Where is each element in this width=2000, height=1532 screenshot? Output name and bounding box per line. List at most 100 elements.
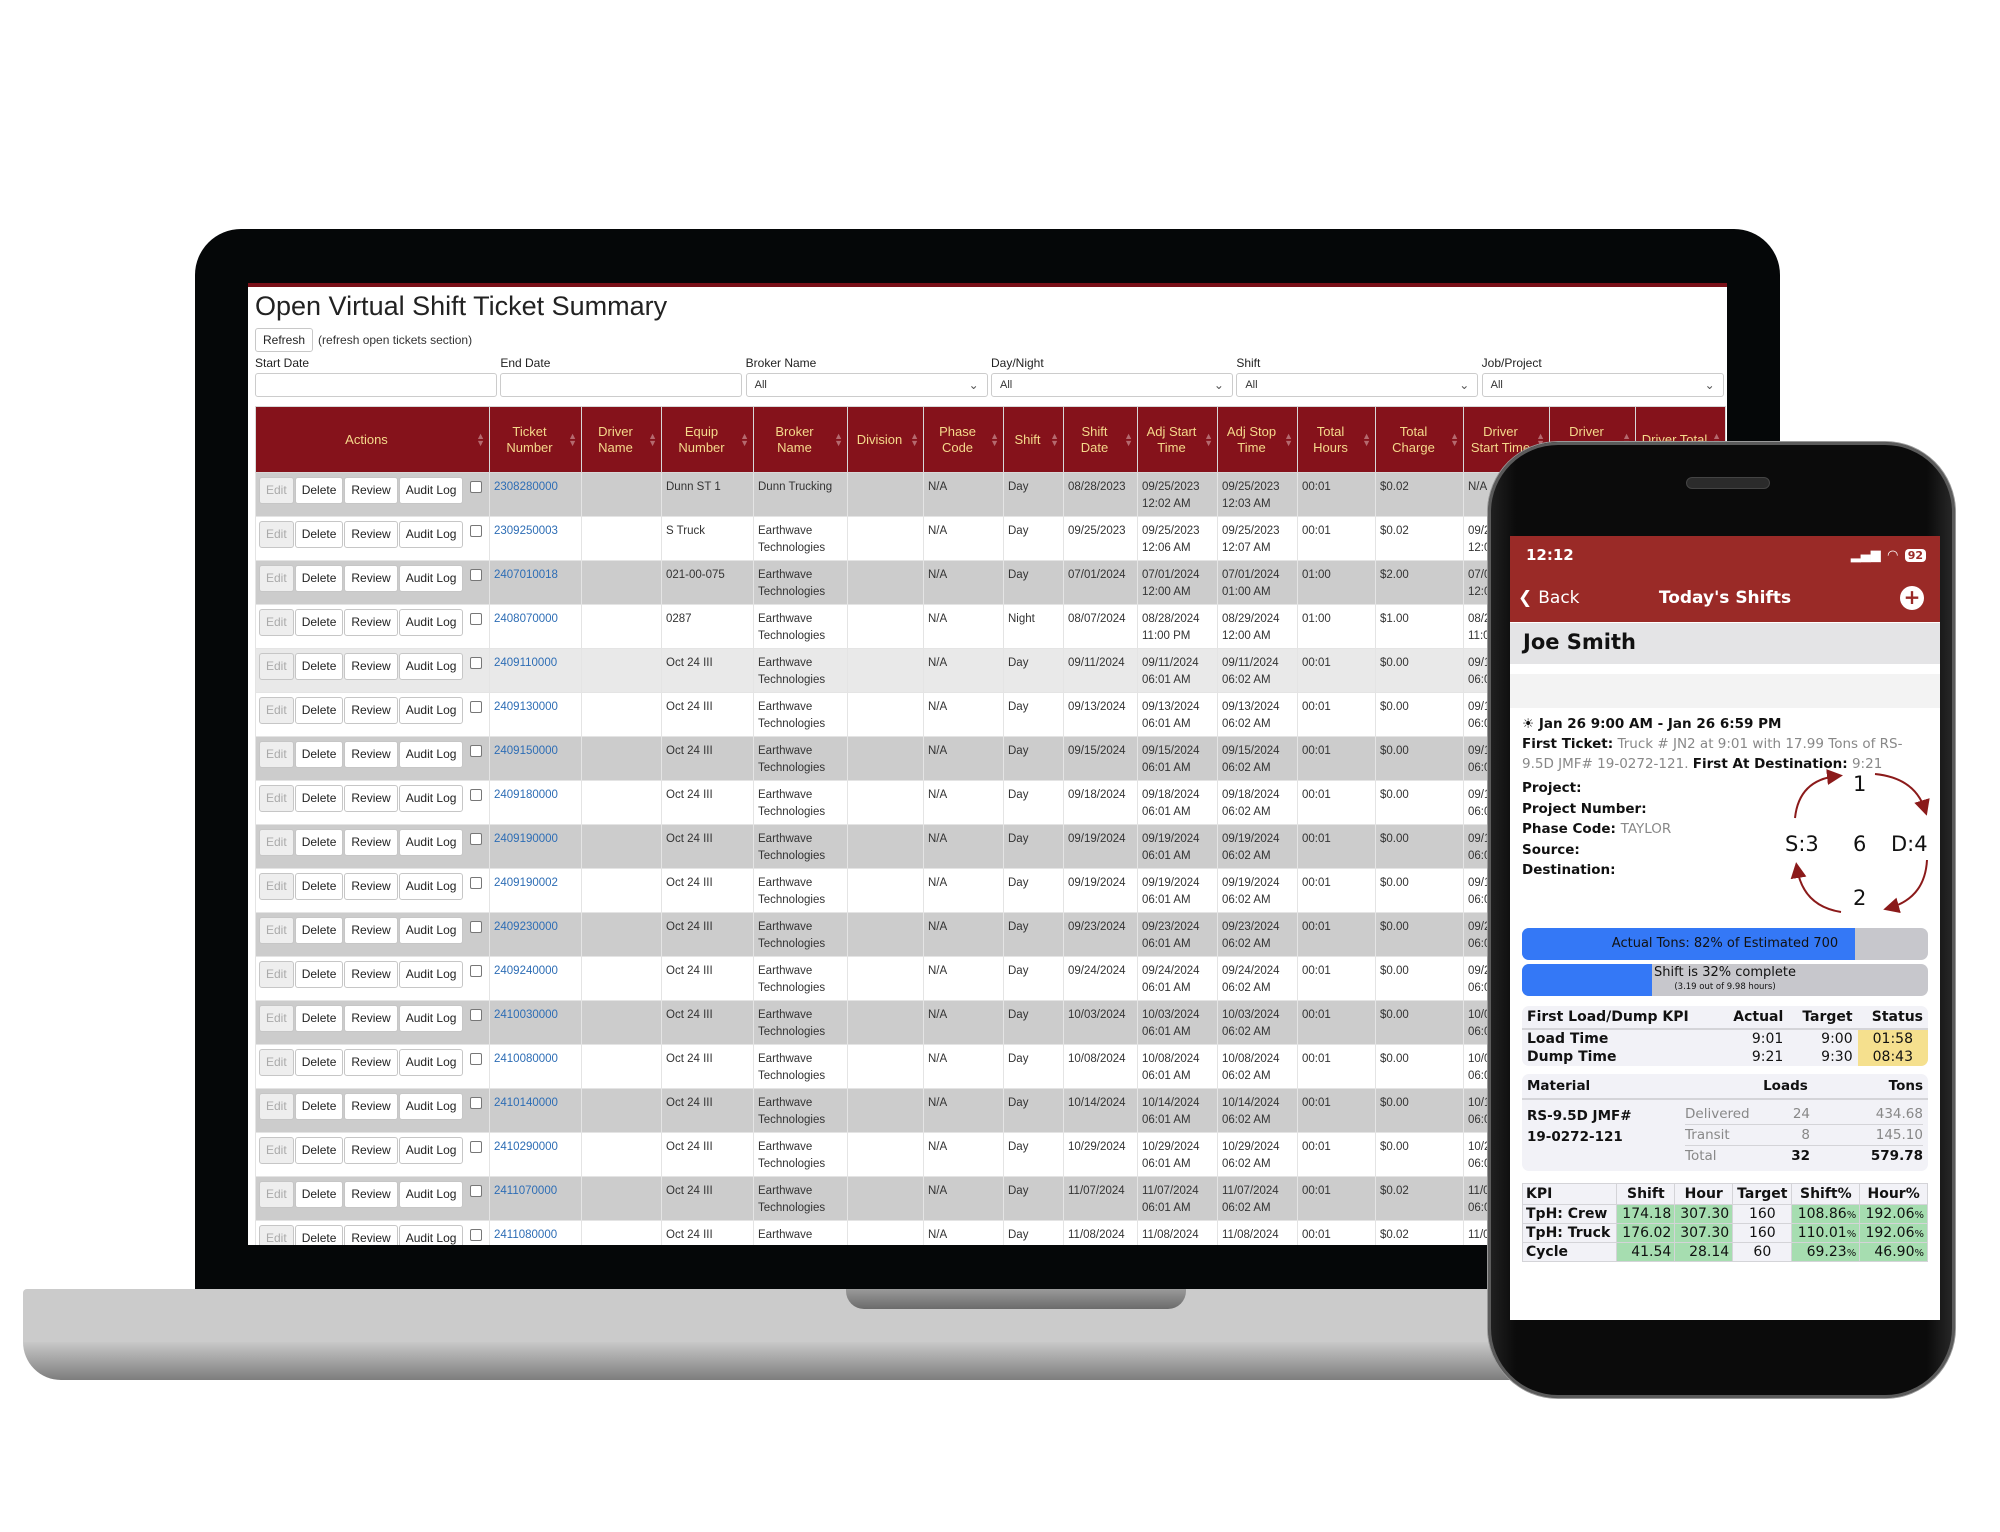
ticket-number-link[interactable]: 2409180000 <box>494 789 558 801</box>
delete-button[interactable]: Delete <box>294 1005 344 1032</box>
edit-button[interactable]: Edit <box>259 477 294 504</box>
delete-button[interactable]: Delete <box>294 829 344 856</box>
filter-select[interactable]: All ⌄ <box>990 373 1233 397</box>
delete-button[interactable]: Delete <box>294 873 344 900</box>
row-checkbox[interactable] <box>470 745 483 757</box>
audit-log-button[interactable]: Audit Log <box>398 609 464 636</box>
review-button[interactable]: Review <box>344 785 398 812</box>
sort-icon[interactable]: ▲▼ <box>568 431 577 447</box>
edit-button[interactable]: Edit <box>259 521 294 548</box>
column-header-shift-date[interactable]: Shift Date ▲ ▼ <box>1063 406 1138 473</box>
edit-button[interactable]: Edit <box>259 609 294 636</box>
review-button[interactable]: Review <box>344 1093 398 1120</box>
ticket-number-link[interactable]: 2409190000 <box>494 833 558 845</box>
delete-button[interactable]: Delete <box>294 1181 344 1208</box>
filter-select[interactable]: All ⌄ <box>1236 373 1479 397</box>
ticket-number-link[interactable]: 2410140000 <box>494 1097 558 1109</box>
column-header-actions[interactable]: Actions ▲ ▼ <box>255 406 490 473</box>
audit-log-button[interactable]: Audit Log <box>398 477 464 504</box>
ticket-number-link[interactable]: 2409230000 <box>494 921 558 933</box>
review-button[interactable]: Review <box>344 521 398 548</box>
column-header-total-charge[interactable]: Total Charge ▲ ▼ <box>1375 406 1464 473</box>
edit-button[interactable]: Edit <box>259 697 294 724</box>
edit-button[interactable]: Edit <box>259 1225 294 1245</box>
filter-date-input[interactable] <box>500 373 743 397</box>
edit-button[interactable]: Edit <box>259 653 294 680</box>
row-checkbox[interactable] <box>470 525 483 537</box>
row-checkbox[interactable] <box>470 877 483 889</box>
review-button[interactable]: Review <box>344 741 398 768</box>
audit-log-button[interactable]: Audit Log <box>398 1093 464 1120</box>
audit-log-button[interactable]: Audit Log <box>398 1225 464 1245</box>
column-header-adj-start-time[interactable]: Adj Start Time ▲ ▼ <box>1137 406 1218 473</box>
audit-log-button[interactable]: Audit Log <box>398 829 464 856</box>
refresh-button[interactable]: Refresh <box>255 328 314 352</box>
review-button[interactable]: Review <box>344 1049 398 1076</box>
delete-button[interactable]: Delete <box>294 1225 344 1245</box>
ticket-number-link[interactable]: 2409190002 <box>494 877 558 889</box>
audit-log-button[interactable]: Audit Log <box>398 1005 464 1032</box>
row-checkbox[interactable] <box>470 569 483 581</box>
sort-icon[interactable]: ▲▼ <box>1450 431 1459 447</box>
back-button[interactable]: ❮ Back <box>1518 588 1580 608</box>
row-checkbox[interactable] <box>470 1053 483 1065</box>
sort-icon[interactable]: ▲▼ <box>1362 431 1371 447</box>
audit-log-button[interactable]: Audit Log <box>398 565 464 592</box>
add-icon[interactable]: + <box>1900 586 1924 610</box>
row-checkbox[interactable] <box>470 657 483 669</box>
audit-log-button[interactable]: Audit Log <box>398 785 464 812</box>
ticket-number-link[interactable]: 2409150000 <box>494 745 558 757</box>
ticket-number-link[interactable]: 2409240000 <box>494 965 558 977</box>
edit-button[interactable]: Edit <box>259 961 294 988</box>
review-button[interactable]: Review <box>344 609 398 636</box>
audit-log-button[interactable]: Audit Log <box>398 873 464 900</box>
audit-log-button[interactable]: Audit Log <box>398 1137 464 1164</box>
ticket-number-link[interactable]: 2407010018 <box>494 569 558 581</box>
delete-button[interactable]: Delete <box>294 653 344 680</box>
filter-date-input[interactable] <box>255 373 497 397</box>
edit-button[interactable]: Edit <box>259 565 294 592</box>
audit-log-button[interactable]: Audit Log <box>398 1181 464 1208</box>
delete-button[interactable]: Delete <box>294 609 344 636</box>
delete-button[interactable]: Delete <box>294 785 344 812</box>
sort-icon[interactable]: ▲▼ <box>740 431 749 447</box>
review-button[interactable]: Review <box>344 873 398 900</box>
column-header-equip-number[interactable]: Equip Number ▲ ▼ <box>661 406 754 473</box>
edit-button[interactable]: Edit <box>259 917 294 944</box>
review-button[interactable]: Review <box>344 1225 398 1245</box>
ticket-number-link[interactable]: 2410080000 <box>494 1053 558 1065</box>
delete-button[interactable]: Delete <box>294 697 344 724</box>
column-header-shift[interactable]: Shift ▲ ▼ <box>1003 406 1064 473</box>
audit-log-button[interactable]: Audit Log <box>398 521 464 548</box>
delete-button[interactable]: Delete <box>294 1093 344 1120</box>
audit-log-button[interactable]: Audit Log <box>398 697 464 724</box>
row-checkbox[interactable] <box>470 1185 483 1197</box>
edit-button[interactable]: Edit <box>259 1137 294 1164</box>
edit-button[interactable]: Edit <box>259 741 294 768</box>
ticket-number-link[interactable]: 2308280000 <box>494 481 558 493</box>
review-button[interactable]: Review <box>344 829 398 856</box>
row-checkbox[interactable] <box>470 921 483 933</box>
audit-log-button[interactable]: Audit Log <box>398 653 464 680</box>
sort-icon[interactable]: ▲▼ <box>476 431 485 447</box>
row-checkbox[interactable] <box>470 481 483 493</box>
sort-icon[interactable]: ▲▼ <box>1204 431 1213 447</box>
row-checkbox[interactable] <box>470 1229 483 1241</box>
delete-button[interactable]: Delete <box>294 521 344 548</box>
column-header-division[interactable]: Division ▲ ▼ <box>847 406 924 473</box>
audit-log-button[interactable]: Audit Log <box>398 961 464 988</box>
column-header-driver-name[interactable]: Driver Name ▲ ▼ <box>581 406 662 473</box>
delete-button[interactable]: Delete <box>294 961 344 988</box>
ticket-number-link[interactable]: 2409130000 <box>494 701 558 713</box>
row-checkbox[interactable] <box>470 789 483 801</box>
audit-log-button[interactable]: Audit Log <box>398 917 464 944</box>
audit-log-button[interactable]: Audit Log <box>398 1049 464 1076</box>
column-header-total-hours[interactable]: Total Hours ▲ ▼ <box>1297 406 1376 473</box>
ticket-number-link[interactable]: 2408070000 <box>494 613 558 625</box>
ticket-number-link[interactable]: 2410030000 <box>494 1009 558 1021</box>
row-checkbox[interactable] <box>470 1097 483 1109</box>
delete-button[interactable]: Delete <box>294 1137 344 1164</box>
delete-button[interactable]: Delete <box>294 741 344 768</box>
column-header-adj-stop-time[interactable]: Adj Stop Time ▲ ▼ <box>1217 406 1298 473</box>
edit-button[interactable]: Edit <box>259 873 294 900</box>
